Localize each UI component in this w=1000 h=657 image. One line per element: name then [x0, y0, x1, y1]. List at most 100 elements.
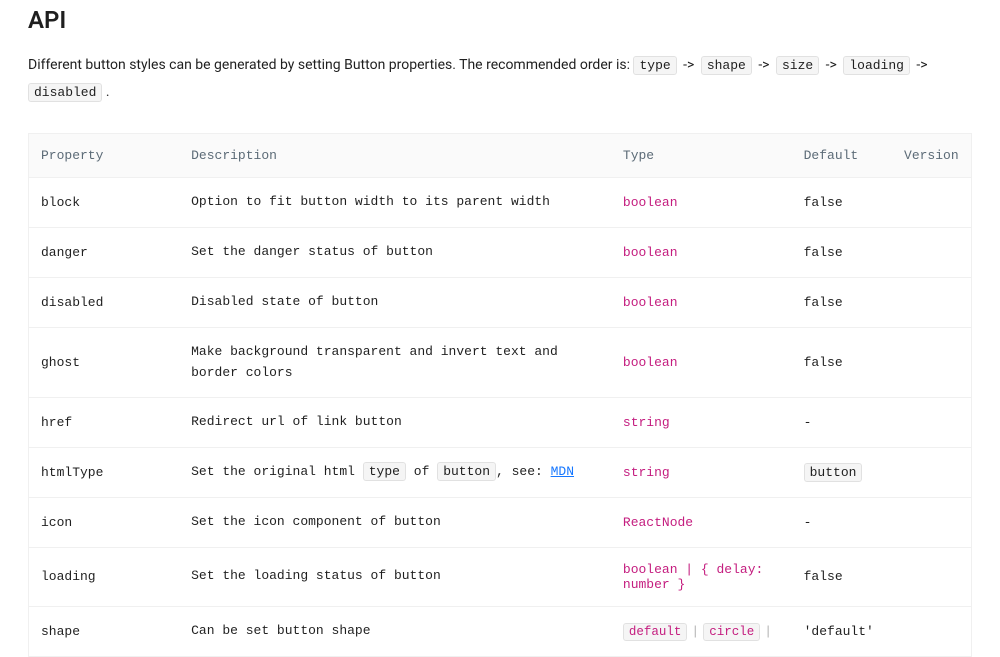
api-table: Property Description Type Default Versio… [28, 133, 972, 656]
cell-description: Set the loading status of button [179, 547, 611, 606]
doc-link[interactable]: MDN [551, 464, 574, 479]
cell-property: htmlType [29, 448, 180, 498]
arrow-icon: -> [822, 57, 840, 73]
cell-default: false [792, 327, 892, 398]
cell-text: false [804, 295, 843, 310]
inline-code: type [363, 462, 406, 481]
cell-description: Set the icon component of button [179, 497, 611, 547]
intro-order-token: type [633, 56, 676, 75]
table-row: shapeCan be set button shapedefault|circ… [29, 606, 972, 656]
cell-description: Option to fit button width to its parent… [179, 178, 611, 228]
cell-default: - [792, 497, 892, 547]
cell-text: boolean [623, 245, 678, 260]
cell-version [892, 178, 971, 228]
cell-text: Option to fit button width to its parent… [191, 194, 550, 209]
cell-text: - [804, 415, 812, 430]
cell-text: Disabled state of button [191, 294, 378, 309]
type-separator: | [691, 624, 699, 639]
cell-property: icon [29, 497, 180, 547]
table-row: icon Set the icon component of button Reac… [29, 497, 972, 547]
cell-type: boolean | { delay: number } [611, 547, 792, 606]
cell-property: danger [29, 228, 180, 278]
arrow-icon: -> [755, 57, 773, 73]
cell-text: Make background transparent and invert t… [191, 344, 558, 380]
table-row: danger Set the danger status of button boo… [29, 228, 972, 278]
table-row: disabled Disabled state of button boolean f… [29, 277, 972, 327]
cell-version [892, 497, 971, 547]
cell-type: ReactNode [611, 497, 792, 547]
cell-default: false [792, 178, 892, 228]
cell-text: Redirect url of link button [191, 414, 402, 429]
inline-code: button [804, 463, 863, 482]
cell-text: Set the icon component of button [191, 514, 441, 529]
table-row: blockOption to fit button width to its p… [29, 178, 972, 228]
intro-order-token: size [776, 56, 819, 75]
cell-text: of [406, 464, 437, 479]
cell-version [892, 277, 971, 327]
intro-prefix: Different button styles can be generated… [28, 57, 633, 73]
type-code: default [623, 623, 688, 641]
cell-text: false [804, 355, 843, 370]
cell-text: string [623, 465, 670, 480]
col-header-type: Type [611, 134, 792, 178]
cell-text: 'default' [804, 624, 874, 639]
table-row: ghost Make background transparent and inv… [29, 327, 972, 398]
cell-description: Redirect url of link button [179, 398, 611, 448]
cell-default: false [792, 228, 892, 278]
table-row: loadingSet the loading status of buttonb… [29, 547, 972, 606]
page-title: API [28, 0, 972, 34]
cell-text: string [623, 415, 670, 430]
cell-version [892, 606, 971, 656]
cell-description: Set the original html type of button, se… [179, 448, 611, 498]
cell-property: ghost [29, 327, 180, 398]
cell-text: Set the danger status of button [191, 244, 433, 259]
intro-order-token: shape [701, 56, 752, 75]
arrow-icon: -> [913, 57, 928, 73]
col-header-default: Default [792, 134, 892, 178]
cell-text: false [804, 569, 843, 584]
cell-version [892, 398, 971, 448]
cell-type: string [611, 448, 792, 498]
cell-type: boolean [611, 277, 792, 327]
cell-text: , see: [496, 464, 551, 479]
cell-property: href [29, 398, 180, 448]
cell-text: boolean [623, 355, 678, 370]
intro-paragraph: Different button styles can be generated… [28, 52, 972, 105]
col-header-description: Description [179, 134, 611, 178]
cell-property: disabled [29, 277, 180, 327]
cell-default: false [792, 547, 892, 606]
cell-type: boolean [611, 228, 792, 278]
intro-order-token: disabled [28, 83, 102, 102]
table-row: href Redirect url of link button string - [29, 398, 972, 448]
cell-default: 'default' [792, 606, 892, 656]
cell-default: - [792, 398, 892, 448]
type-separator: | [764, 624, 772, 639]
cell-description: Disabled state of button [179, 277, 611, 327]
table-row: htmlTypeSet the original html type of bu… [29, 448, 972, 498]
cell-text: Set the original html [191, 464, 363, 479]
cell-text: Can be set button shape [191, 623, 370, 638]
cell-version [892, 547, 971, 606]
cell-text: ReactNode [623, 515, 693, 530]
cell-version [892, 327, 971, 398]
cell-default: button [792, 448, 892, 498]
cell-type: boolean [611, 327, 792, 398]
cell-version [892, 448, 971, 498]
cell-property: loading [29, 547, 180, 606]
inline-code: button [437, 462, 496, 481]
cell-text: - [804, 515, 812, 530]
type-code: circle [703, 623, 760, 641]
cell-description: Set the danger status of button [179, 228, 611, 278]
cell-text: false [804, 195, 843, 210]
col-header-property: Property [29, 134, 180, 178]
cell-type: boolean [611, 178, 792, 228]
cell-default: false [792, 277, 892, 327]
cell-text: false [804, 245, 843, 260]
cell-version [892, 228, 971, 278]
col-header-version: Version [892, 134, 971, 178]
cell-type: string [611, 398, 792, 448]
cell-text: boolean [623, 195, 678, 210]
intro-suffix: . [102, 84, 109, 100]
cell-text: boolean [623, 295, 678, 310]
cell-description: Make background transparent and invert t… [179, 327, 611, 398]
